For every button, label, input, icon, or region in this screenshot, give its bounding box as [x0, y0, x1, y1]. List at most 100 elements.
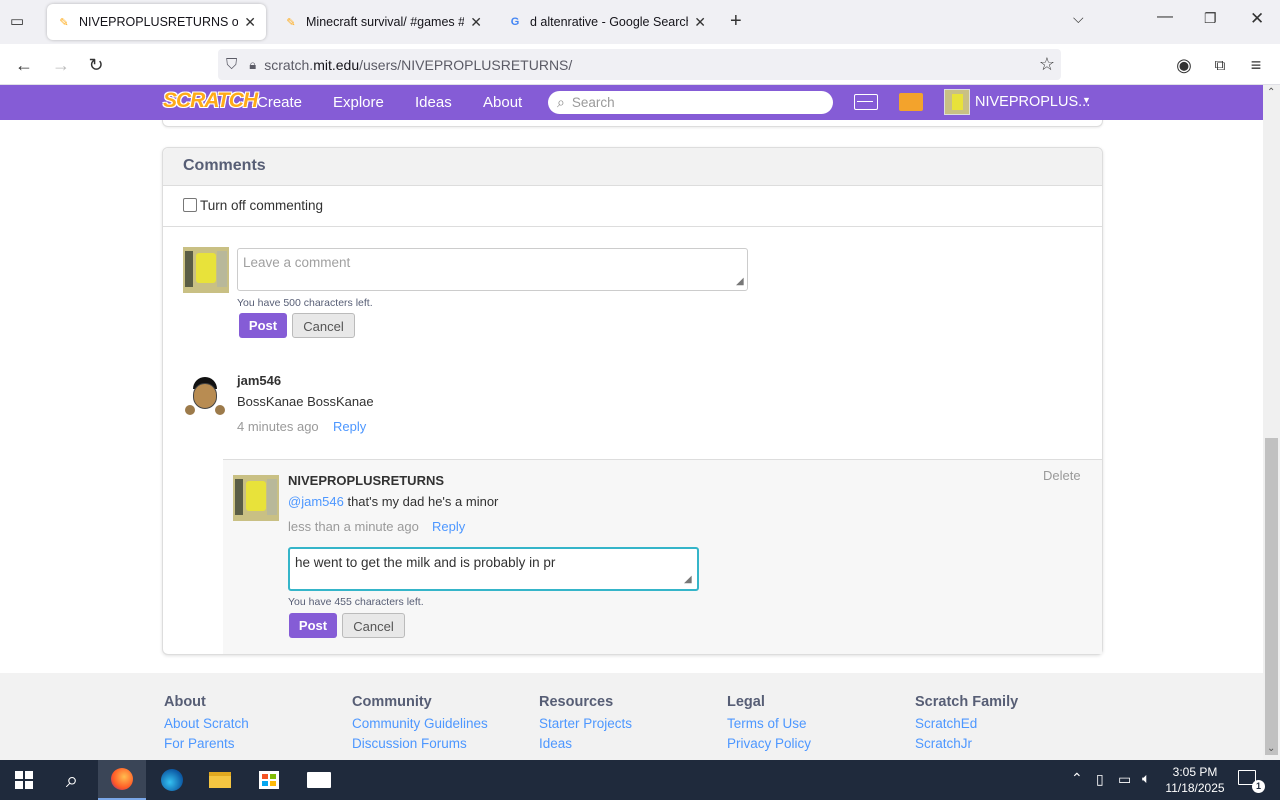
- turn-off-commenting-label: Turn off commenting: [200, 198, 324, 213]
- reply-cancel-button[interactable]: Cancel: [342, 613, 405, 638]
- nav-create[interactable]: Create: [257, 85, 302, 120]
- footer-link[interactable]: Ideas: [539, 736, 632, 751]
- lock-icon[interactable]: 🔒︎: [249, 57, 256, 73]
- comments-header: Comments: [163, 148, 1102, 186]
- shield-icon[interactable]: ⛉: [226, 56, 237, 73]
- resize-handle-icon[interactable]: ◢: [736, 276, 744, 287]
- footer-col-community: Community Community Guidelines Discussio…: [352, 694, 488, 756]
- nav-about[interactable]: About: [483, 85, 522, 120]
- back-icon[interactable]: ←: [10, 52, 38, 78]
- notification-badge: 1: [1252, 780, 1265, 793]
- forward-icon[interactable]: →: [47, 52, 75, 78]
- search-placeholder: Search: [571, 95, 615, 110]
- clock-date: 11/18/2025: [1165, 781, 1225, 795]
- footer-col-resources: Resources Starter Projects Ideas: [539, 694, 632, 756]
- tab-minecraft[interactable]: ✎ Minecraft survival/ #games #tre ✕: [274, 4, 492, 40]
- reply-text: @jam546 that's my dad he's a minor: [288, 494, 499, 509]
- reply-link[interactable]: Reply: [333, 419, 366, 434]
- reply-container: NIVEPROPLUSRETURNS Delete @jam546 that's…: [223, 459, 1102, 654]
- profile-page: Comments Turn off commenting Leave a com…: [0, 120, 1263, 673]
- footer-heading: Resources: [539, 694, 614, 710]
- tab-title: NIVEPROPLUSRETURNS on Scra: [79, 15, 239, 29]
- reply-link[interactable]: Reply: [432, 519, 465, 534]
- menu-icon[interactable]: ≡: [1242, 52, 1270, 78]
- clock[interactable]: 3:05 PM 11/18/2025: [1160, 764, 1230, 796]
- edge-icon[interactable]: [148, 760, 196, 800]
- minimize-icon[interactable]: —: [1157, 8, 1173, 26]
- close-tab-icon[interactable]: ✕: [470, 14, 482, 31]
- comment-settings-row: Turn off commenting: [163, 186, 1102, 227]
- reply-textarea[interactable]: he went to get the milk and is probably …: [288, 547, 699, 591]
- nav-ideas[interactable]: Ideas: [415, 85, 452, 120]
- delete-link[interactable]: Delete: [1043, 468, 1081, 483]
- volume-muted-icon[interactable]: 🔈︎: [1142, 770, 1150, 787]
- page-scrollbar[interactable]: ⌃ ⌄: [1263, 85, 1280, 760]
- scrollbar-thumb[interactable]: [1265, 438, 1278, 755]
- tab-list-icon[interactable]: ▭: [10, 12, 30, 32]
- firefox-icon[interactable]: [98, 760, 146, 800]
- bookmark-star-icon[interactable]: ☆: [1039, 54, 1055, 75]
- store-icon[interactable]: [245, 760, 293, 800]
- url-bar[interactable]: ⛉ 🔒︎ scratch.mit.edu/users/NIVEPROPLUSRE…: [218, 49, 1061, 80]
- comments-heading: Comments: [183, 157, 266, 174]
- footer-link[interactable]: Starter Projects: [539, 716, 632, 731]
- footer-link[interactable]: Terms of Use: [727, 716, 811, 731]
- footer-link[interactable]: For Parents: [164, 736, 249, 751]
- file-explorer-icon[interactable]: [196, 760, 244, 800]
- network-icon[interactable]: ▭: [1118, 771, 1131, 788]
- close-tab-icon[interactable]: ✕: [244, 14, 256, 31]
- extensions-icon[interactable]: ⧉: [1206, 52, 1234, 78]
- close-window-icon[interactable]: ✕: [1250, 9, 1264, 29]
- post-button[interactable]: Post: [239, 313, 287, 338]
- comment-text: BossKanae BossKanae: [237, 394, 374, 409]
- footer-link[interactable]: ScratchEd: [915, 716, 1018, 731]
- footer-link[interactable]: Discussion Forums: [352, 736, 488, 751]
- tab-title: d altenrative - Google Search: [530, 15, 689, 29]
- reply-author[interactable]: NIVEPROPLUSRETURNS: [288, 473, 444, 488]
- my-stuff-icon[interactable]: [899, 93, 923, 111]
- scroll-down-icon[interactable]: ⌄: [1267, 743, 1275, 754]
- account-icon[interactable]: ◉: [1170, 52, 1198, 78]
- reply-avatar: [233, 475, 279, 521]
- footer-heading: Scratch Family: [915, 694, 1019, 710]
- dropdown-caret-icon[interactable]: ▼: [1082, 95, 1091, 105]
- search-input[interactable]: ⌕ Search: [548, 91, 833, 114]
- messages-icon[interactable]: [854, 94, 878, 110]
- resize-handle-icon[interactable]: ◢: [684, 574, 692, 585]
- user-avatar[interactable]: [944, 89, 970, 115]
- clock-time: 3:05 PM: [1172, 765, 1218, 779]
- footer-link[interactable]: Community Guidelines: [352, 716, 488, 731]
- previous-section-box: [162, 120, 1103, 127]
- tab-title: Minecraft survival/ #games #tre: [306, 15, 465, 29]
- search-icon[interactable]: ⌕: [48, 760, 96, 800]
- footer-link[interactable]: Privacy Policy: [727, 736, 811, 751]
- footer-link[interactable]: ScratchJr: [915, 736, 1018, 751]
- tab-scratch-profile[interactable]: ✎ NIVEPROPLUSRETURNS on Scra ✕: [47, 4, 266, 40]
- comment-author[interactable]: jam546: [237, 373, 281, 388]
- scroll-up-icon[interactable]: ⌃: [1267, 87, 1275, 98]
- restore-icon[interactable]: ❐: [1204, 10, 1217, 27]
- nav-explore[interactable]: Explore: [333, 85, 384, 120]
- new-tab-icon[interactable]: +: [730, 10, 742, 33]
- close-tab-icon[interactable]: ✕: [694, 14, 706, 31]
- footer-heading: Legal: [727, 694, 765, 710]
- show-hidden-icons-icon[interactable]: ⌃: [1071, 770, 1083, 787]
- turn-off-commenting-checkbox[interactable]: [183, 198, 197, 212]
- reload-icon[interactable]: ↻: [82, 52, 110, 78]
- scratch-logo[interactable]: SCRATCH: [163, 89, 258, 113]
- device-icon[interactable]: ▯: [1096, 771, 1104, 788]
- footer-col-about: About About Scratch For Parents: [164, 694, 249, 756]
- footer-link[interactable]: About Scratch: [164, 716, 249, 731]
- username-menu[interactable]: NIVEPROPLUS...: [975, 85, 1090, 120]
- tab-google-search[interactable]: G d altenrative - Google Search ✕: [498, 4, 716, 40]
- mail-icon[interactable]: [295, 760, 343, 800]
- mention-link[interactable]: @jam546: [288, 494, 344, 509]
- windows-taskbar: ⌕ ⌃ ▯ ▭ 🔈︎ 3:05 PM 11/18/2025 1: [0, 760, 1280, 800]
- reply-post-button[interactable]: Post: [289, 613, 337, 638]
- windows-start-icon[interactable]: [0, 760, 48, 800]
- scratch-favicon-icon: ✎: [59, 16, 69, 29]
- cancel-button[interactable]: Cancel: [292, 313, 355, 338]
- footer-col-scratch-family: Scratch Family ScratchEd ScratchJr: [915, 694, 1018, 756]
- new-comment-textarea[interactable]: Leave a comment: [237, 248, 748, 291]
- chevron-down-icon[interactable]: ⌵: [1073, 10, 1084, 27]
